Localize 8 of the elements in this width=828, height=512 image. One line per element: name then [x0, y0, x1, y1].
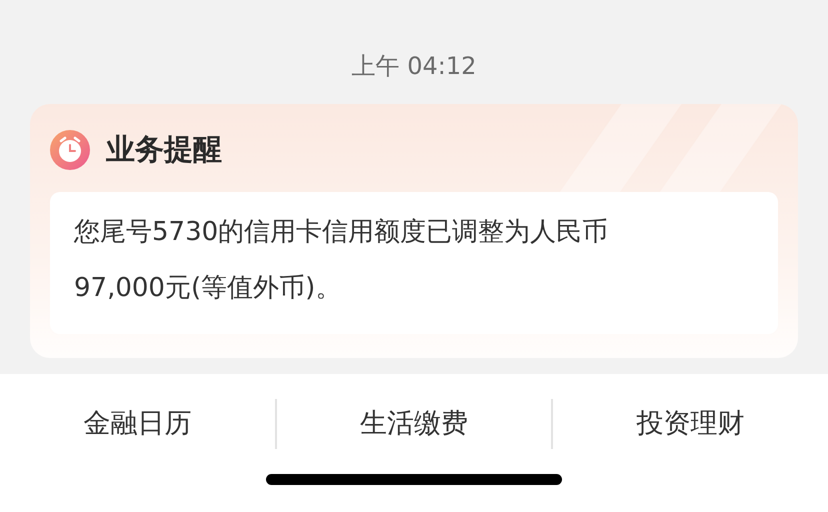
card-title: 业务提醒	[106, 131, 222, 168]
message-text: 您尾号5730的信用卡信用额度已调整为人民币97,000元(等值外币)。	[50, 192, 778, 334]
alarm-clock-icon	[50, 130, 90, 170]
menu-button[interactable]: 金融日历	[0, 399, 275, 449]
menu-button[interactable]: 生活缴费	[276, 399, 552, 449]
menu-button[interactable]: 投资理财	[553, 399, 828, 449]
timestamp: 上午 04:12	[350, 51, 478, 82]
home-indicator[interactable]	[266, 474, 562, 485]
